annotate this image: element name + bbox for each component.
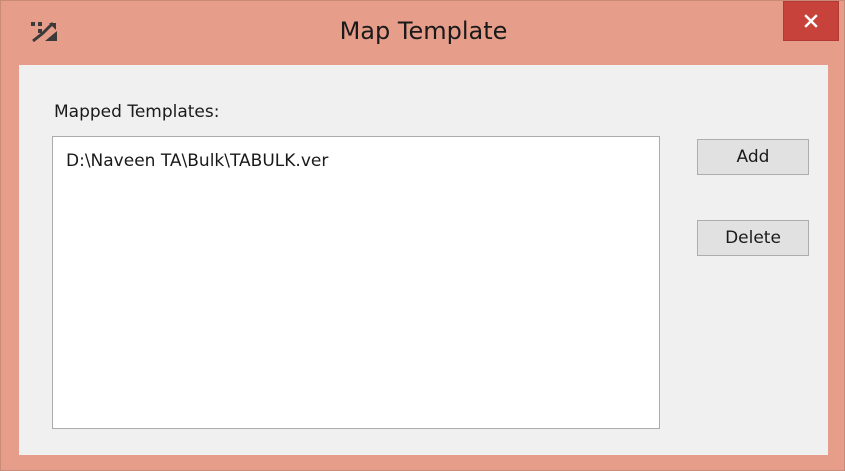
window-title: Map Template [339,17,508,45]
add-button[interactable]: Add [697,139,809,175]
list-item[interactable]: D:\Naveen TA\Bulk\TABULK.ver [66,151,328,171]
mapped-templates-list[interactable]: D:\Naveen TA\Bulk\TABULK.ver [52,136,660,429]
mapped-templates-label: Mapped Templates: [54,102,220,122]
close-icon [804,14,818,28]
dialog-body: Mapped Templates: D:\Naveen TA\Bulk\TABU… [19,65,828,455]
delete-button[interactable]: Delete [697,220,809,256]
map-template-window: Map Template Mapped Templates: D:\Naveen… [0,0,845,471]
title-bar[interactable]: Map Template [1,1,845,63]
close-button[interactable] [783,1,839,41]
